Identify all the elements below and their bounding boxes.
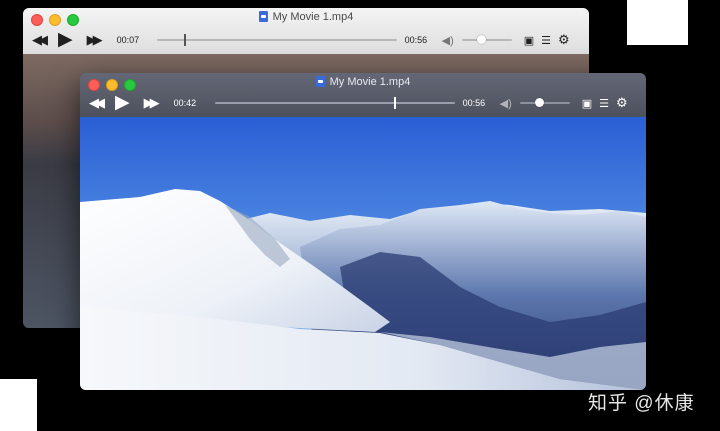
playback-controls: ◀◀ ▶ ▶▶ 00:07 00:56 ◀) ▣ ☰ ⚙	[23, 29, 589, 51]
video-file-icon	[315, 76, 325, 87]
white-box-bottom-left	[0, 379, 37, 431]
video-file-icon	[258, 11, 268, 22]
volume-slider[interactable]	[519, 98, 570, 107]
window-title: My Movie 1.mp4	[80, 75, 646, 89]
white-box-top-right	[627, 0, 688, 45]
front-player-window[interactable]: My Movie 1.mp4 ◀◀ ▶ ▶▶ 00:42 00:56 ◀) ▣ …	[80, 73, 646, 390]
picture-in-picture-icon[interactable]: ▣	[524, 34, 534, 47]
volume-icon[interactable]: ◀)	[500, 97, 512, 110]
play-icon[interactable]: ▶	[58, 30, 73, 49]
seek-bar[interactable]	[214, 97, 455, 109]
watermark-text: 知乎 @休康	[588, 393, 695, 414]
titlebar[interactable]: My Movie 1.mp4 ◀◀ ▶ ▶▶ 00:42 00:56 ◀) ▣ …	[80, 73, 646, 117]
mountain-scene-image	[80, 117, 646, 390]
seek-bar[interactable]	[156, 34, 397, 46]
rewind-icon[interactable]: ◀◀	[89, 96, 105, 110]
picture-in-picture-icon[interactable]: ▣	[582, 97, 592, 110]
playlist-icon[interactable]: ☰	[541, 34, 551, 47]
rewind-icon[interactable]: ◀◀	[32, 33, 48, 47]
window-title: My Movie 1.mp4	[23, 10, 589, 24]
volume-icon[interactable]: ◀)	[442, 34, 454, 47]
total-time: 00:56	[462, 98, 486, 108]
playback-controls: ◀◀ ▶ ▶▶ 00:42 00:56 ◀) ▣ ☰ ⚙	[80, 92, 646, 114]
fast-forward-icon[interactable]: ▶▶	[144, 96, 160, 110]
current-time: 00:07	[116, 35, 140, 45]
volume-knob[interactable]	[535, 98, 545, 107]
total-time: 00:56	[404, 35, 428, 45]
video-area[interactable]	[80, 117, 646, 390]
seek-handle[interactable]	[184, 34, 187, 46]
gear-icon[interactable]: ⚙	[558, 32, 570, 48]
gear-icon[interactable]: ⚙	[616, 95, 628, 111]
volume-knob[interactable]	[477, 35, 487, 44]
volume-slider[interactable]	[461, 35, 512, 44]
playlist-icon[interactable]: ☰	[599, 97, 609, 110]
titlebar[interactable]: My Movie 1.mp4 ◀◀ ▶ ▶▶ 00:07 00:56 ◀) ▣ …	[23, 8, 589, 54]
seek-handle[interactable]	[393, 97, 396, 109]
fast-forward-icon[interactable]: ▶▶	[87, 33, 103, 47]
current-time: 00:42	[173, 98, 197, 108]
play-icon[interactable]: ▶	[115, 93, 130, 112]
